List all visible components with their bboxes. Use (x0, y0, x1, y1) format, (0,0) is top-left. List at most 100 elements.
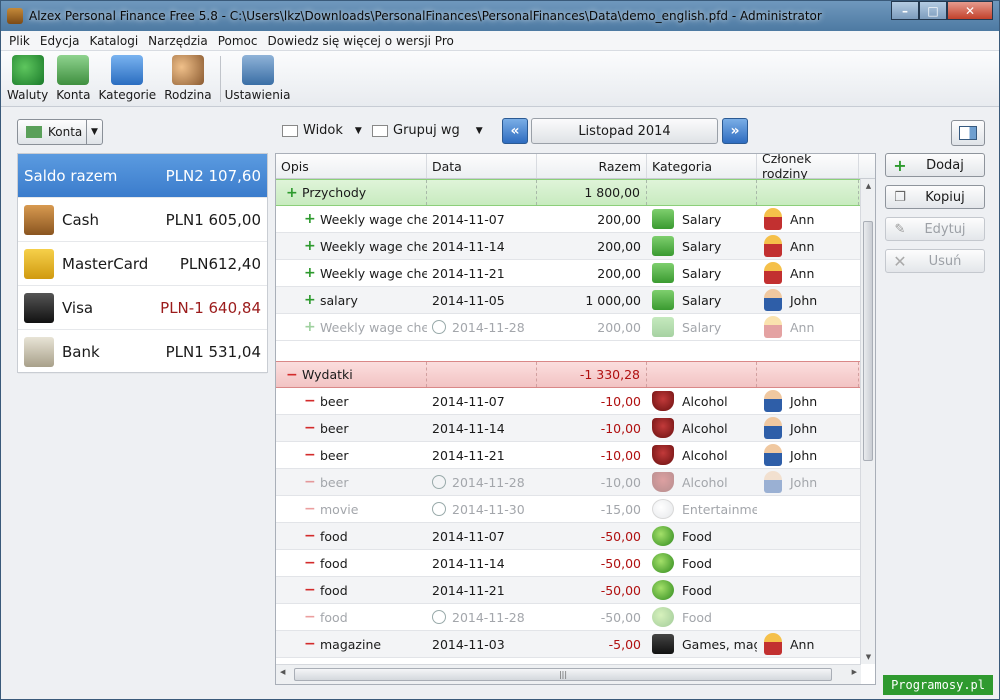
transaction-row[interactable]: −magazine 2014-11-03 -5,00 Games, maga Ann (276, 631, 861, 658)
transaction-date: 2014-11-07 (432, 528, 505, 544)
rodzina-button[interactable]: Rodzina (164, 55, 212, 102)
scroll-up-icon[interactable]: ▲ (861, 179, 875, 193)
account-mastercard[interactable]: MasterCard PLN612,40 (18, 242, 267, 286)
view-dropdown[interactable]: Widok ▼ (282, 123, 362, 138)
wine-glass-icon (652, 418, 674, 438)
transaction-category: Salary (682, 265, 722, 281)
account-visa[interactable]: Visa PLN-1 640,84 (18, 286, 267, 330)
expense-group-row[interactable]: − Wydatki -1 330,28 (276, 361, 861, 388)
member-cell: John (757, 469, 859, 495)
income-plus-icon: + (304, 211, 316, 227)
account-cash[interactable]: Cash PLN1 605,00 (18, 198, 267, 242)
add-button[interactable]: + Dodaj (885, 153, 985, 177)
column-header-opis[interactable]: Opis (276, 154, 427, 178)
salary-icon (652, 209, 674, 229)
transaction-row[interactable]: + salary 2014-11-05 1 000,00 Salary John (276, 287, 861, 314)
group-by-dropdown[interactable]: Grupuj wg ▼ (372, 123, 483, 138)
transaction-amount: -50,00 (600, 582, 641, 598)
month-selector[interactable]: Listopad 2014 (531, 118, 718, 144)
member-cell (757, 523, 859, 549)
title-bar[interactable]: Alzex Personal Finance Free 5.8 - C:\Use… (1, 1, 999, 31)
transaction-row[interactable]: + Weekly wage chec 2014-11-28 200,00 Salary A… (276, 314, 861, 341)
wallet-icon (24, 204, 54, 235)
collapse-minus-icon[interactable]: − (286, 367, 298, 383)
grid-header: Opis Data Razem Kategoria Członek rodzin… (276, 154, 875, 181)
scroll-down-icon[interactable]: ▼ (861, 650, 875, 664)
person-icon (764, 633, 782, 655)
layout-toggle-button[interactable] (951, 120, 985, 146)
transaction-row[interactable]: − food 2014-11-28 -50,00 Food (276, 604, 861, 631)
transactions-grid: Opis Data Razem Kategoria Członek rodzin… (275, 153, 876, 685)
expand-plus-icon[interactable]: + (286, 185, 298, 201)
transaction-date: 2014-11-21 (432, 265, 505, 281)
accounts-panel: Saldo razem PLN2 107,60 Cash PLN1 605,00… (17, 153, 268, 374)
column-header-razem[interactable]: Razem (537, 154, 647, 178)
scroll-left-icon[interactable]: ◀ (280, 668, 285, 676)
transaction-row[interactable]: − food 2014-11-21 -50,00 Food (276, 577, 861, 604)
edit-button[interactable]: ✎ Edytuj (885, 217, 985, 241)
accounts-dropdown-button[interactable]: Konta ▼ (17, 119, 103, 145)
transaction-row[interactable]: + Weekly wage chec 2014-11-07 200,00 Salary A… (276, 206, 861, 233)
description-cell: − magazine (276, 631, 427, 657)
transaction-description: food (320, 609, 348, 625)
scroll-thumb[interactable]: ||| (294, 668, 832, 681)
menu-pomoc[interactable]: Pomoc (218, 34, 258, 48)
menu-katalogi[interactable]: Katalogi (89, 34, 138, 48)
transaction-row[interactable]: − food 2014-11-07 -50,00 Food (276, 523, 861, 550)
column-header-kategoria[interactable]: Kategoria (647, 154, 757, 178)
transaction-row[interactable]: − beer 2014-11-28 -10,00 Alcohol John (276, 469, 861, 496)
copy-button[interactable]: ❐ Kopiuj (885, 185, 985, 209)
description-cell: − food (276, 523, 427, 549)
menu-edycja[interactable]: Edycja (40, 34, 80, 48)
transaction-row[interactable]: − beer 2014-11-14 -10,00 Alcohol John (276, 415, 861, 442)
column-header-czlonek[interactable]: Członek rodziny (757, 154, 859, 181)
konta-button[interactable]: Konta (56, 55, 90, 102)
kategorie-button[interactable]: Kategorie (98, 55, 156, 102)
transaction-row[interactable]: − beer 2014-11-21 -10,00 Alcohol John (276, 442, 861, 469)
waluty-button[interactable]: Waluty (7, 55, 48, 102)
transaction-row[interactable]: + Weekly wage chec 2014-11-14 200,00 Salary A… (276, 233, 861, 260)
account-name: Visa (62, 298, 94, 317)
chevron-down-icon[interactable]: ▼ (86, 120, 102, 144)
apple-icon (652, 580, 674, 600)
income-group-row[interactable]: + Przychody 1 800,00 (276, 179, 861, 206)
ustawienia-button[interactable]: Ustawienia (225, 55, 290, 102)
close-button[interactable]: ✕ (947, 1, 993, 20)
scheduled-clock-icon (432, 475, 446, 489)
category-cell: Food (647, 523, 757, 549)
waluty-label: Waluty (7, 88, 49, 102)
expense-minus-icon: − (304, 636, 316, 652)
column-header-data[interactable]: Data (427, 154, 537, 178)
app-window: Alzex Personal Finance Free 5.8 - C:\Use… (0, 0, 1000, 700)
group-label: Przychody (302, 185, 367, 200)
previous-month-button[interactable]: « (502, 118, 528, 144)
transaction-row[interactable]: − food 2014-11-14 -50,00 Food (276, 550, 861, 577)
category-cell: Alcohol (647, 442, 757, 468)
maximize-button[interactable]: □ (919, 1, 947, 20)
transaction-row[interactable]: −movie 2014-11-30 -15,00 Entertainmen (276, 496, 861, 523)
horizontal-scrollbar[interactable]: ◀ ||| ▶ (276, 664, 861, 684)
delete-button[interactable]: ✕ Usuń (885, 249, 985, 273)
next-month-button[interactable]: » (722, 118, 748, 144)
transaction-category: Salary (682, 292, 722, 308)
delete-label: Usuń (928, 253, 962, 269)
menu-pro[interactable]: Dowiedz się więcej o wersji Pro (268, 34, 454, 48)
delete-icon: ✕ (893, 251, 907, 271)
transaction-row[interactable]: − beer 2014-11-07 -10,00 Alcohol John (276, 388, 861, 415)
account-total[interactable]: Saldo razem PLN2 107,60 (18, 154, 267, 198)
salary-icon (652, 317, 674, 337)
group-label: Wydatki (302, 367, 353, 382)
menu-plik[interactable]: Plik (9, 34, 30, 48)
transaction-row[interactable]: + Weekly wage chec 2014-11-21 200,00 Salary A… (276, 260, 861, 287)
minimize-button[interactable]: – (891, 1, 919, 20)
transaction-date: 2014-11-03 (432, 636, 505, 652)
group-label-cell: − Wydatki (276, 362, 427, 387)
scroll-thumb[interactable] (863, 221, 873, 461)
view-label: Widok (303, 123, 343, 138)
transaction-member: Ann (790, 211, 815, 227)
scroll-right-icon[interactable]: ▶ (852, 668, 857, 676)
account-bank[interactable]: Bank PLN1 531,04 (18, 330, 267, 374)
description-cell: − beer (276, 469, 427, 495)
menu-narzedzia[interactable]: Narzędzia (148, 34, 208, 48)
vertical-scrollbar[interactable]: ▲ ▼ (860, 179, 875, 664)
